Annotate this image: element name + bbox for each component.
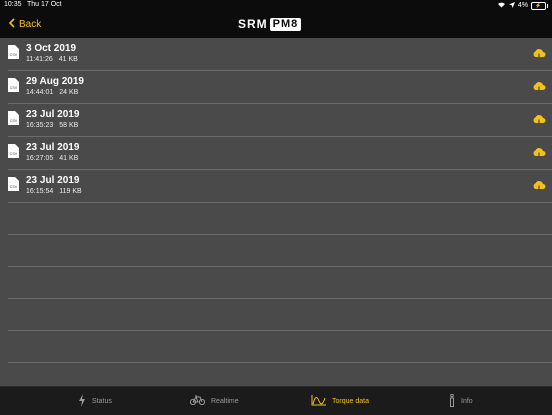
empty-row-divider	[8, 203, 552, 235]
srm-pm8-logo: SRM PM8	[238, 17, 302, 31]
file-size: 58 KB	[59, 122, 79, 129]
status-indicators: 4% ⚡	[497, 1, 548, 10]
svg-text:CSV: CSV	[10, 53, 18, 57]
cloud-download-icon[interactable]	[532, 113, 546, 131]
file-size: 119 KB	[59, 188, 82, 195]
cloud-download-icon[interactable]	[532, 47, 546, 65]
file-time: 16:35:23	[26, 122, 54, 129]
tab-realtime-label: Realtime	[211, 397, 239, 405]
file-meta: 16:15:54 119 KB	[26, 188, 88, 195]
file-time: 16:15:54	[26, 188, 54, 195]
navigation-bar: Back SRM PM8	[0, 11, 552, 38]
file-meta: 16:35:23 58 KB	[26, 122, 84, 129]
tab-torque-data[interactable]: Torque data	[311, 387, 369, 415]
file-meta: 16:27:05 41 KB	[26, 155, 84, 162]
file-title: 23 Jul 2019	[26, 142, 80, 153]
svg-text:CSV: CSV	[10, 152, 18, 156]
status-time: 10:35	[4, 1, 22, 8]
file-time: 16:27:05	[26, 155, 54, 162]
file-title: 23 Jul 2019	[26, 175, 80, 186]
wifi-icon	[497, 1, 506, 10]
empty-row-divider	[8, 235, 552, 267]
tab-realtime[interactable]: Realtime	[189, 387, 239, 415]
empty-row-divider	[8, 299, 552, 331]
back-button[interactable]: Back	[8, 18, 42, 31]
file-size: 41 KB	[59, 155, 79, 162]
csv-file-icon: CSV	[8, 78, 19, 97]
status-date: Thu 17 Oct	[27, 1, 62, 8]
svg-text:CSV: CSV	[10, 86, 18, 90]
file-meta: 14:44:01 24 KB	[26, 89, 84, 96]
battery-percent: 4%	[517, 2, 528, 9]
bicycle-icon	[189, 395, 206, 407]
file-row[interactable]: CSV 23 Jul 2019 16:35:23 58 KB	[8, 104, 552, 137]
file-row[interactable]: CSV 29 Aug 2019 14:44:01 24 KB	[8, 71, 552, 104]
status-bar: 10:35 Thu 17 Oct 4% ⚡	[0, 0, 552, 11]
tab-status-label: Status	[92, 397, 112, 405]
file-row[interactable]: CSV 23 Jul 2019 16:27:05 41 KB	[8, 137, 552, 170]
file-row[interactable]: CSV 3 Oct 2019 11:41:26 41 KB	[8, 38, 552, 71]
svg-text:CSV: CSV	[10, 119, 18, 123]
info-icon	[449, 393, 455, 409]
tab-torque-data-label: Torque data	[332, 397, 369, 405]
torque-curve-icon	[311, 394, 326, 408]
empty-row-divider	[8, 267, 552, 299]
file-size: 24 KB	[59, 89, 79, 96]
logo-srm-text: SRM	[238, 17, 268, 31]
logo-pm-text: PM8	[269, 17, 302, 31]
svg-text:CSV: CSV	[10, 185, 18, 189]
file-title: 3 Oct 2019	[26, 43, 77, 54]
cloud-download-icon[interactable]	[532, 80, 546, 98]
file-title: 23 Jul 2019	[26, 109, 80, 120]
csv-file-icon: CSV	[8, 144, 19, 163]
file-list: CSV 3 Oct 2019 11:41:26 41 KB CSV 29 Aug …	[0, 38, 552, 363]
file-meta: 11:41:26 41 KB	[26, 56, 84, 63]
back-label: Back	[19, 19, 42, 30]
csv-file-icon: CSV	[8, 111, 19, 130]
lightning-icon	[78, 393, 86, 409]
file-title: 29 Aug 2019	[26, 76, 84, 87]
tab-info[interactable]: Info	[449, 387, 473, 415]
tab-status[interactable]: Status	[78, 387, 112, 415]
tab-bar: Status Realtime Torque data Info	[0, 386, 552, 415]
chevron-left-icon	[8, 18, 15, 31]
file-time: 14:44:01	[26, 89, 54, 96]
file-size: 41 KB	[58, 56, 78, 63]
cloud-download-icon[interactable]	[532, 179, 546, 197]
empty-row-divider	[8, 331, 552, 363]
location-arrow-icon	[508, 1, 515, 10]
cloud-download-icon[interactable]	[532, 146, 546, 164]
csv-file-icon: CSV	[8, 45, 19, 64]
battery-charging-icon: ⚡	[531, 1, 548, 10]
file-time: 11:41:26	[26, 56, 53, 63]
tab-info-label: Info	[461, 397, 473, 405]
file-row[interactable]: CSV 23 Jul 2019 16:15:54 119 KB	[8, 170, 552, 203]
csv-file-icon: CSV	[8, 177, 19, 196]
